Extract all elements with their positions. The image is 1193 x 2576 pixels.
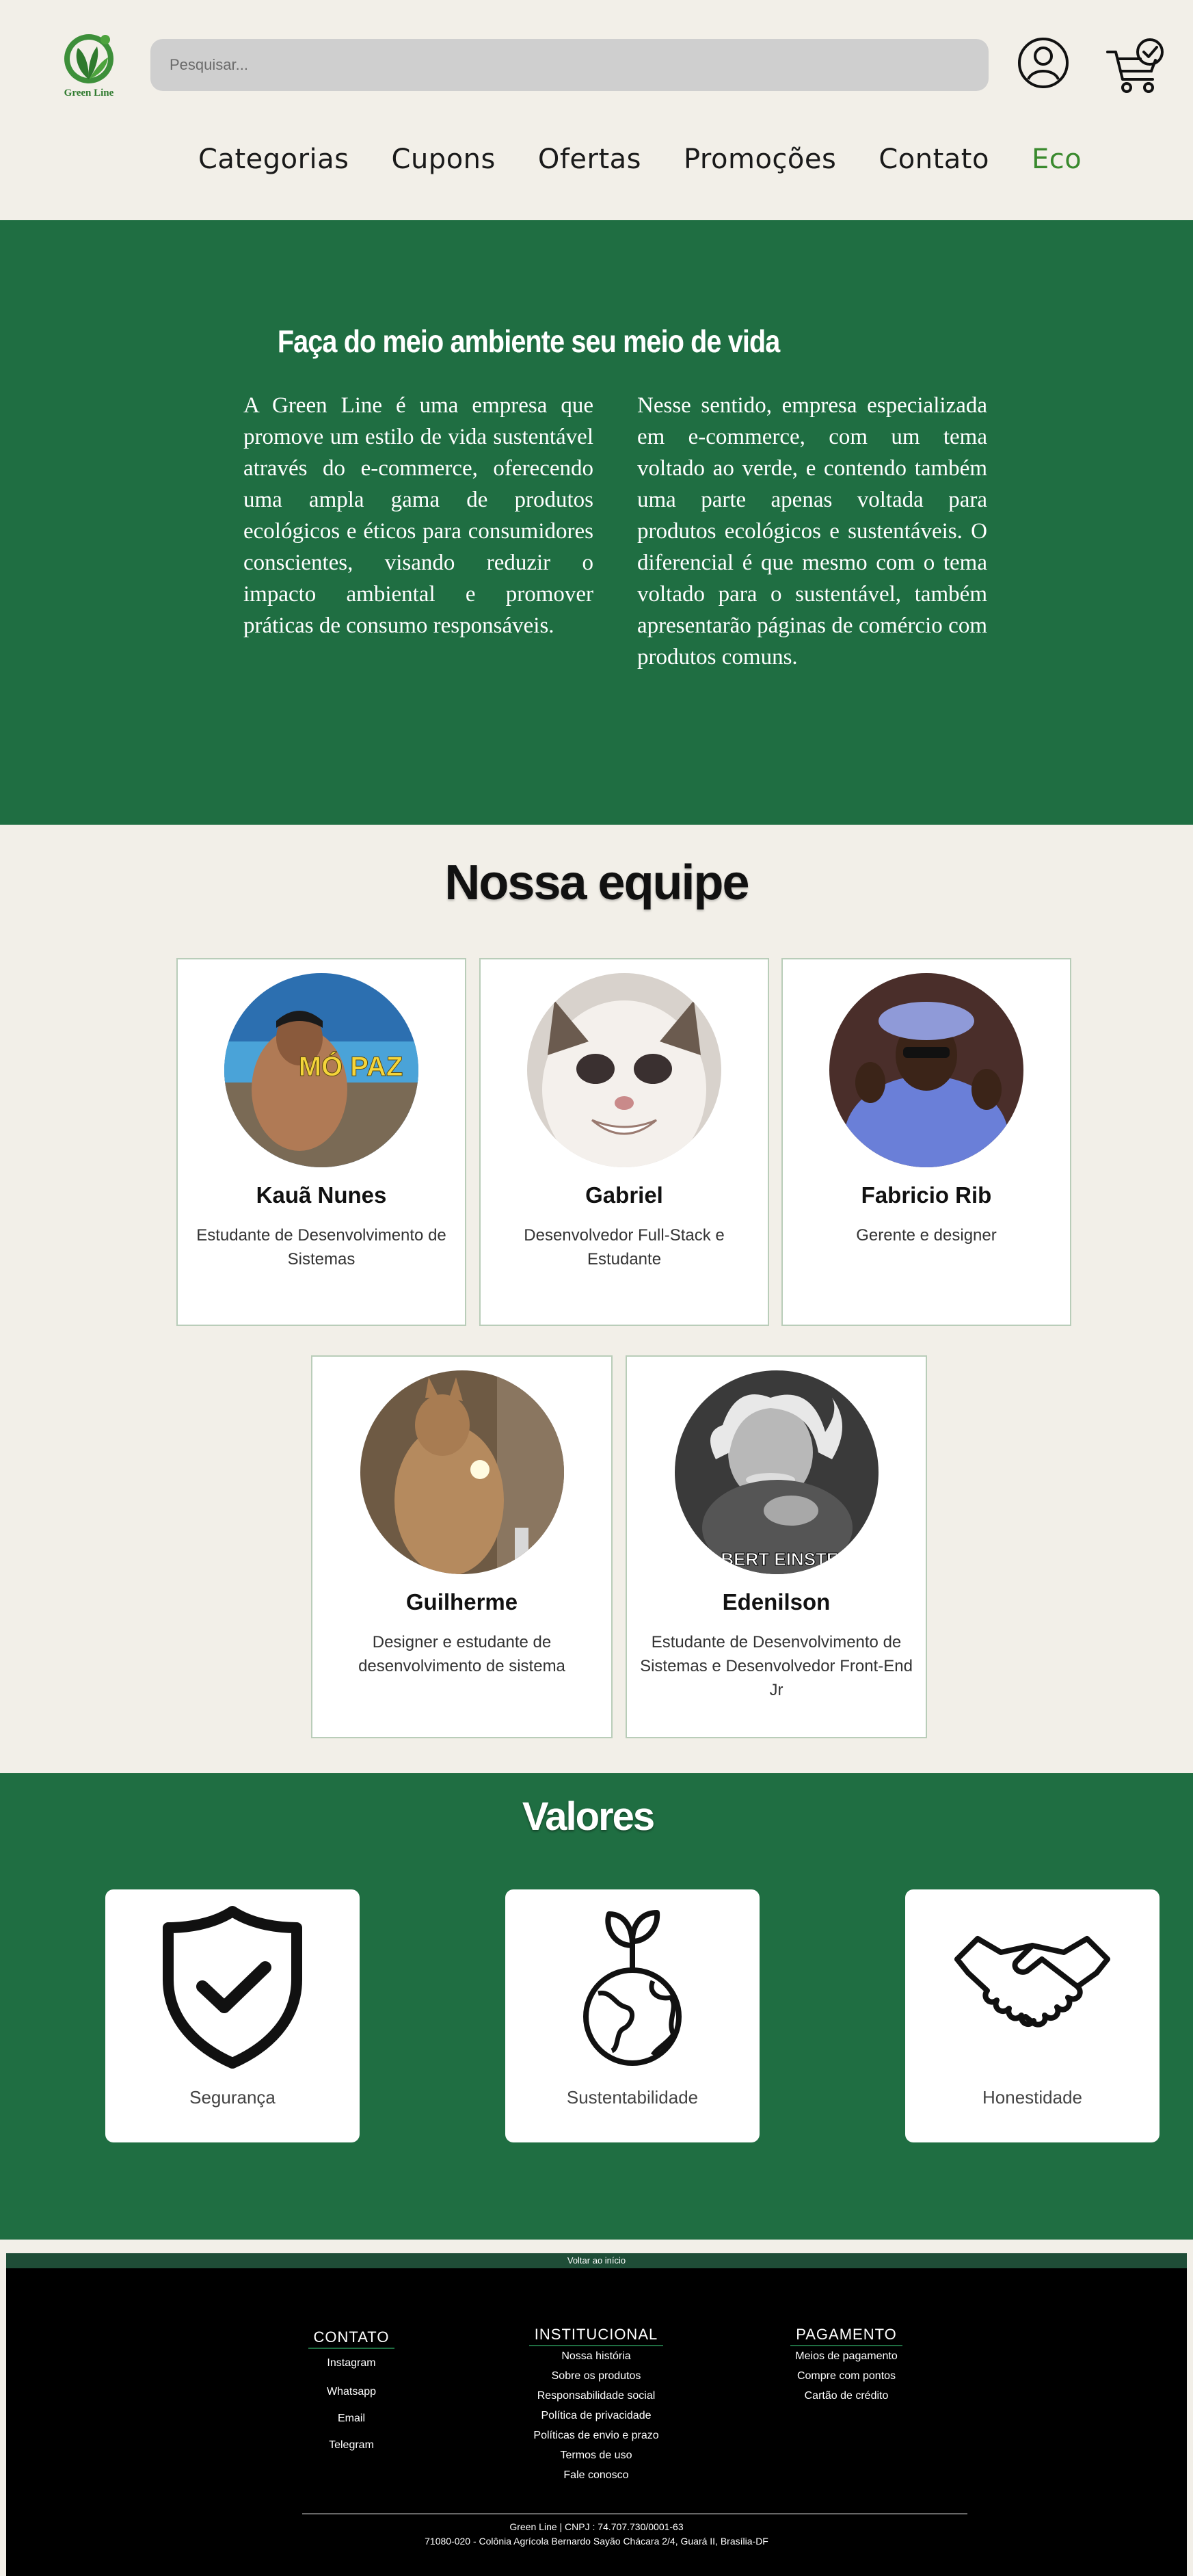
footer-link-privacidade[interactable]: Política de privacidade: [528, 2406, 665, 2426]
nav-categorias[interactable]: Categorias: [198, 144, 349, 175]
site-header: Green Line Categorias Cupons Ofertas Pro…: [0, 0, 1193, 220]
footer-pagamento: PAGAMENTO Meios de pagamento Compre com …: [775, 2326, 918, 2406]
footer-cnpj: Green Line | CNPJ : 74.707.730/0001-63: [509, 2521, 684, 2532]
footer-legal: Green Line | CNPJ : 74.707.730/0001-63 7…: [6, 2520, 1187, 2549]
cart-check-icon: [1106, 38, 1164, 93]
shield-check-icon: [163, 1906, 302, 2069]
footer-institucional-title: INSTITUCIONAL: [528, 2326, 664, 2346]
value-label: Honestidade: [982, 2087, 1082, 2108]
team-member-card: MÓ PAZ Kauã Nunes Estudante de Desenvolv…: [176, 958, 466, 1326]
member-role: Estudante de Desenvolvimento de Sistemas…: [640, 1633, 913, 1699]
avatar: [829, 973, 1023, 1167]
footer-link-responsabilidade[interactable]: Responsabilidade social: [528, 2386, 665, 2406]
values-title: Valores: [522, 1794, 655, 1839]
handshake-icon: [954, 1936, 1110, 2028]
footer-link-termos[interactable]: Termos de uso: [528, 2445, 665, 2465]
value-card: Segurança: [105, 1889, 360, 2142]
svg-text:Green Line: Green Line: [64, 88, 114, 98]
footer-link-telegram[interactable]: Telegram: [283, 2431, 420, 2460]
footer-link-instagram[interactable]: Instagram: [283, 2349, 420, 2378]
nav-eco[interactable]: Eco: [1032, 144, 1082, 175]
avatar: [527, 973, 721, 1167]
member-name: Guilherme: [405, 1589, 518, 1615]
footer-link-cartao[interactable]: Cartão de crédito: [775, 2386, 918, 2406]
footer-institucional: INSTITUCIONAL Nossa história Sobre os pr…: [528, 2326, 665, 2485]
footer-contato-title: CONTATO: [308, 2328, 395, 2349]
member-name: Edenilson: [722, 1589, 831, 1615]
nav-ofertas[interactable]: Ofertas: [538, 144, 641, 175]
search-input[interactable]: [150, 39, 989, 91]
main-nav: Categorias Cupons Ofertas Promoções Cont…: [198, 144, 1082, 175]
member-role: Gerente e designer: [856, 1226, 997, 1245]
footer-contato: CONTATO Instagram Whatsapp Email Telegra…: [283, 2328, 420, 2460]
value-card: Honestidade: [905, 1889, 1160, 2142]
value-label: Sustentabilidade: [566, 2087, 699, 2108]
svg-text:ALBERT EINSTEIN: ALBERT EINSTEIN: [697, 1549, 856, 1569]
member-role: Designer e estudante de desenvolvimento …: [358, 1633, 565, 1675]
avatar: ALBERT EINSTEIN: [674, 1370, 879, 1574]
avatar: [360, 1370, 564, 1574]
values-section: Valores Segurança Sustentabilidade Hones…: [0, 1773, 1193, 2240]
footer-link-meios-pagamento[interactable]: Meios de pagamento: [775, 2346, 918, 2366]
svg-text:MÓ PAZ: MÓ PAZ: [299, 1050, 403, 1082]
footer-link-historia[interactable]: Nossa história: [528, 2346, 665, 2366]
footer-link-pontos[interactable]: Compre com pontos: [775, 2366, 918, 2386]
team-member-card: Guilherme Designer e estudante de desenv…: [311, 1355, 613, 1738]
user-icon: [1018, 38, 1069, 88]
team-section: Nossa equipe MÓ PAZ Kauã Nunes Estudante…: [0, 841, 1193, 1773]
back-to-top-link[interactable]: Voltar ao início: [6, 2253, 1187, 2268]
site-footer: Voltar ao início CONTATO Instagram Whats…: [6, 2253, 1187, 2576]
about-paragraph-2: Nesse sentido, empresa especializada em …: [637, 393, 987, 669]
nav-promocoes[interactable]: Promoções: [684, 144, 836, 175]
about-title: Faça do meio ambiente seu meio de vida: [277, 323, 780, 359]
logo-icon: Green Line: [64, 34, 114, 98]
avatar: MÓ PAZ: [224, 973, 418, 1167]
nav-contato[interactable]: Contato: [879, 144, 989, 175]
footer-address: 71080-020 - Colônia Agrícola Bernardo Sa…: [425, 2536, 768, 2547]
footer-link-fale-conosco[interactable]: Fale conosco: [528, 2465, 665, 2485]
footer-link-whatsapp[interactable]: Whatsapp: [283, 2378, 420, 2406]
team-member-card: ALBERT EINSTEIN Edenilson Estudante de D…: [626, 1355, 927, 1738]
value-label: Segurança: [189, 2087, 276, 2108]
footer-divider: [302, 2513, 967, 2514]
globe-sprout-icon: [583, 1910, 682, 2066]
footer-pagamento-title: PAGAMENTO: [790, 2326, 902, 2346]
member-name: Kauã Nunes: [256, 1182, 387, 1208]
footer-link-envio[interactable]: Políticas de envio e prazo: [528, 2426, 665, 2445]
about-section: Faça do meio ambiente seu meio de vida A…: [0, 220, 1193, 825]
about-paragraph-1: A Green Line é uma empresa que promove u…: [243, 393, 593, 638]
member-role: Desenvolvedor Full-Stack e Estudante: [524, 1226, 725, 1269]
member-role: Estudante de Desenvolvimento de Sistemas: [196, 1226, 446, 1269]
footer-link-email[interactable]: Email: [283, 2406, 420, 2431]
team-member-card: Fabricio Rib Gerente e designer: [781, 958, 1071, 1326]
user-account-button[interactable]: [1016, 36, 1071, 90]
member-name: Fabricio Rib: [861, 1182, 992, 1208]
team-member-card: Gabriel Desenvolvedor Full-Stack e Estud…: [479, 958, 769, 1326]
cart-button[interactable]: [1105, 36, 1166, 97]
green-line-logo[interactable]: Green Line: [57, 30, 123, 98]
value-card: Sustentabilidade: [505, 1889, 760, 2142]
member-name: Gabriel: [585, 1182, 663, 1208]
footer-link-produtos[interactable]: Sobre os produtos: [528, 2366, 665, 2386]
team-title: Nossa equipe: [444, 855, 749, 910]
nav-cupons[interactable]: Cupons: [392, 144, 496, 175]
